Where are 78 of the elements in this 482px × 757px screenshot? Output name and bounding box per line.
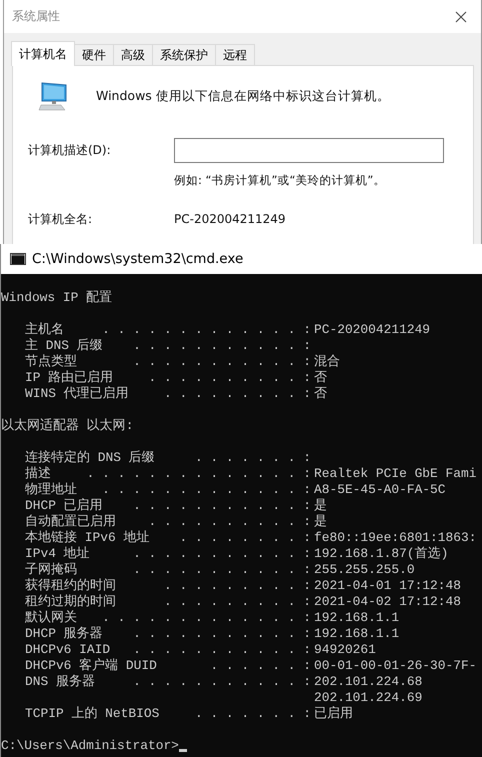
dot-leader: . . . . . . . . . : [163, 578, 311, 594]
setting-value: 00-01-00-01-26-30-7F- [313, 658, 478, 674]
setting-label: 节点类型 [25, 354, 77, 370]
intro-text: Windows 使用以下信息在网络中标识这台计算机。 [96, 88, 390, 104]
dot-leader: . . . . . . . : [194, 450, 311, 466]
setting-label: 主 DNS 后缀 [25, 338, 103, 354]
setting-label: DHCP 服务器 [25, 626, 103, 642]
dot-leader: . . . . . . . : [194, 706, 311, 722]
dot-leader: . . . . . . . . . . . . . : [101, 482, 311, 498]
dot-leader: . . . . . . . . . . . : [132, 626, 311, 642]
dot-leader: . . . . . . . . . . : [148, 370, 311, 386]
setting-value: 94920261 [313, 642, 377, 658]
setting-value: 192.168.1.87(首选) [313, 546, 450, 562]
setting-value: 192.168.1.1 [313, 610, 400, 626]
setting-label: 物理地址 [25, 482, 77, 498]
dot-leader: . . . . . . : [209, 658, 311, 674]
tab[interactable]: 远程 [215, 44, 255, 66]
setting-label: 自动配置已启用 [25, 514, 116, 530]
setting-value: 2021-04-02 17:12:48 [313, 594, 462, 610]
computer-name: PC-202004211249 [174, 212, 286, 226]
setting-label: WINS 代理已启用 [25, 386, 129, 402]
setting-value: 202.101.224.68 [313, 674, 424, 690]
setting-label: IP 路由已启用 [25, 370, 114, 386]
setting-value: 202.101.224.69 [313, 690, 424, 706]
field-label: 计算机全名: [28, 210, 94, 228]
window-title: C:\Windows\system32\cmd.exe [32, 251, 244, 267]
command-prompt: C:\Users\Administrator> [1, 738, 179, 754]
dot-leader: . . . . . . . . . . . : [132, 562, 311, 578]
setting-value: fe80::19ee:6801:1863: [313, 530, 478, 546]
setting-label: IPv4 地址 [25, 546, 90, 562]
section-heading: Windows IP 配置 [1, 290, 112, 306]
setting-value: 192.168.1.1 [313, 626, 400, 642]
section-heading: 以太网适配器 以太网: [1, 418, 134, 434]
setting-value: 已启用 [313, 706, 354, 722]
dot-leader: . . . . . . . . . . . . . : [102, 610, 311, 626]
setting-label: 连接特定的 DNS 后缀 [25, 450, 155, 466]
setting-label: 本地链接 IPv6 地址 [25, 530, 150, 546]
hint-text: 例如: “书房计算机”或“美玲的计算机”。 [174, 172, 386, 188]
setting-value: 2021-04-01 17:12:48 [313, 578, 462, 594]
dot-leader: . . . . . . . . . . . . . : [102, 322, 311, 338]
setting-value: 否 [313, 370, 328, 386]
setting-value: 是 [313, 514, 328, 530]
dot-leader: . . . . . . . . . . . : [132, 642, 311, 658]
setting-label: TCPIP 上的 NetBIOS [25, 706, 160, 722]
setting-value: 混合 [313, 354, 341, 370]
setting-label: DHCPv6 客户端 DUID [25, 658, 157, 674]
setting-label: DNS 服务器 [25, 674, 95, 690]
setting-value: 是 [313, 498, 328, 514]
dot-leader: . . . . . . . . . . . . . . : [86, 466, 311, 482]
dot-leader: . . . . . . . . . . . : [132, 546, 311, 562]
setting-label: 租约过期的时间 [25, 594, 116, 610]
dot-leader: . . . . . . . . . . . : [132, 498, 311, 514]
setting-label: DHCP 已启用 [25, 498, 103, 514]
dot-leader: . . . . . . . . . : [163, 594, 311, 610]
dot-leader: . . . . . . . . . . . : [132, 354, 311, 370]
dot-leader: . . . . . . . . . : [163, 386, 311, 402]
console-icon [10, 253, 26, 265]
setting-label: 主机名 [25, 322, 64, 338]
dot-leader: . . . . . . . . . . . : [132, 338, 311, 354]
text-cursor [178, 749, 187, 752]
setting-value: 255.255.255.0 [313, 562, 416, 578]
field-label: 计算机描述(D): [28, 142, 112, 158]
setting-value: 否 [313, 386, 328, 402]
setting-label: 获得租约的时间 [25, 578, 116, 594]
dot-leader: . . . . . . . . . . : [148, 514, 311, 530]
dot-leader: . . . . . . . . . . . : [132, 674, 311, 690]
close-icon[interactable] [455, 10, 467, 22]
setting-label: DHCPv6 IAID [25, 642, 110, 658]
setting-value: A8-5E-45-A0-FA-5C [313, 482, 447, 498]
setting-value: PC-202004211249 [313, 322, 432, 338]
setting-label: 默认网关 [25, 610, 77, 626]
dot-leader: . . . . . . . . : [178, 530, 311, 546]
tab[interactable]: 计算机名 [11, 41, 75, 66]
setting-label: 子网掩码 [25, 562, 77, 578]
description-field[interactable] [174, 138, 444, 162]
setting-label: 描述 [25, 466, 51, 482]
setting-value: Realtek PCIe GbE Fami [313, 466, 478, 482]
window-title: 系统属性 [12, 8, 60, 25]
